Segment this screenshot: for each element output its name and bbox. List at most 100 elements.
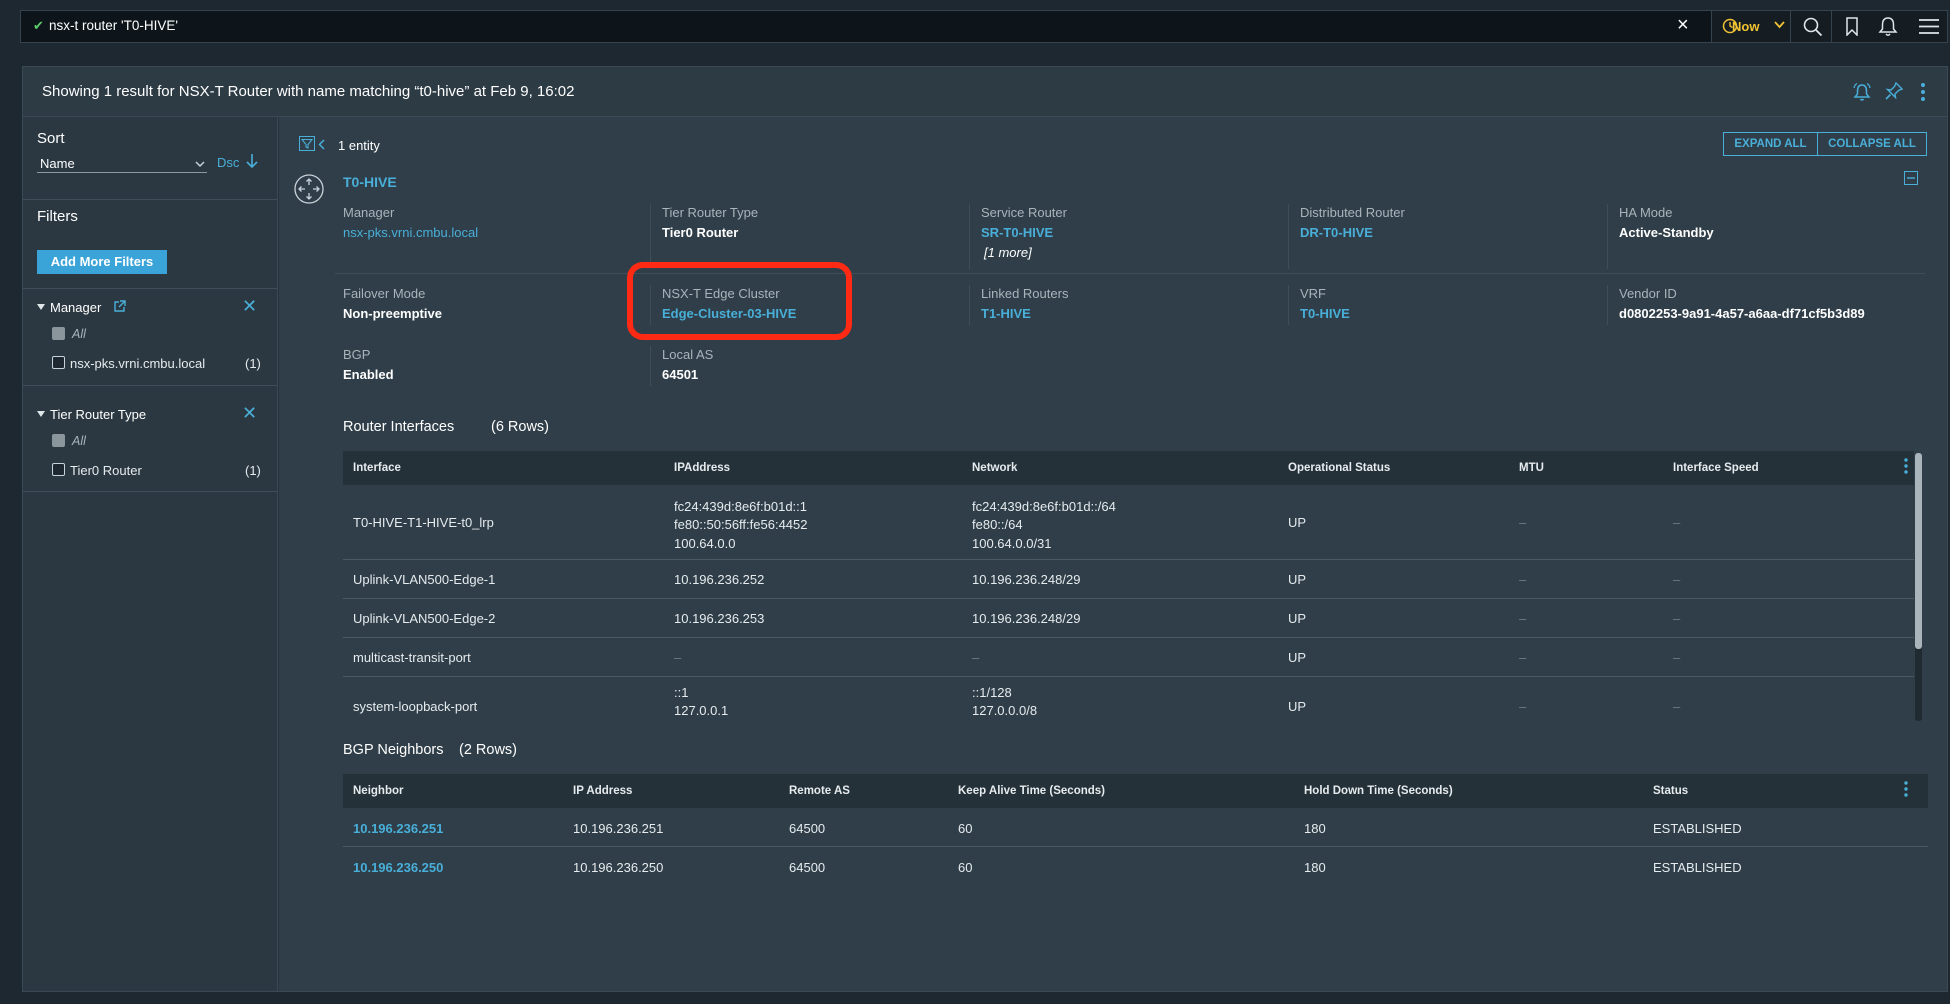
vendor-id-value: d0802253-9a91-4a57-a6aa-df71cf5b3d89 (1619, 306, 1865, 321)
cell-network: 10.196.236.248/29 (972, 572, 1081, 587)
sort-select[interactable]: Name (37, 153, 207, 173)
pin-icon[interactable] (1885, 82, 1903, 102)
column-header[interactable]: Neighbor (353, 785, 403, 797)
cell-speed: – (1673, 699, 1681, 714)
bell-icon (1878, 17, 1898, 36)
external-link-icon[interactable] (113, 300, 126, 313)
chevron-left-icon[interactable] (318, 139, 325, 150)
more-options-icon[interactable] (1920, 82, 1926, 102)
table-row[interactable]: T0-HIVE-T1-HIVE-t0_lrp fc24:439d:8e6f:b0… (343, 485, 1914, 559)
column-header[interactable]: Interface Speed (1673, 462, 1759, 474)
table-row[interactable]: 10.196.236.251 10.196.236.251 64500 60 1… (343, 808, 1928, 846)
service-router-label: Service Router (981, 205, 1067, 220)
caret-down-icon[interactable] (37, 304, 45, 311)
table-row[interactable]: system-loopback-port ::1 127.0.0.1 ::1/1… (343, 677, 1914, 747)
cell-interface: Uplink-VLAN500-Edge-1 (353, 572, 496, 587)
checkbox-all[interactable] (52, 434, 65, 447)
column-header[interactable]: Network (972, 462, 1017, 474)
distributed-router-link[interactable]: DR-T0-HIVE (1300, 225, 1373, 240)
table-row[interactable]: multicast-transit-port – – UP – – (343, 638, 1914, 676)
router-interfaces-table: T0-HIVE-T1-HIVE-t0_lrp fc24:439d:8e6f:b0… (343, 485, 1914, 747)
cell-remote-as: 64500 (789, 821, 826, 836)
manager-link[interactable]: nsx-pks.vrni.cmbu.local (343, 225, 478, 240)
vrf-link[interactable]: T0-HIVE (1300, 306, 1350, 321)
alert-bell-icon[interactable] (1852, 82, 1872, 102)
notifications-button[interactable] (1869, 11, 1907, 42)
cell-ip: 100.64.0.0 (674, 536, 736, 551)
add-more-filters-button[interactable]: Add More Filters (37, 250, 167, 274)
cell-network: fe80::/64 (972, 517, 1023, 532)
filter-all-label: All (72, 327, 86, 341)
cell-keep-alive: 60 (958, 821, 973, 836)
router-interfaces-title: Router Interfaces (343, 419, 455, 435)
expand-all-button[interactable]: EXPAND ALL (1723, 132, 1818, 156)
column-header[interactable]: MTU (1519, 462, 1544, 474)
sort-value: Name (40, 156, 75, 171)
column-header[interactable]: Status (1653, 785, 1688, 797)
table-row[interactable]: 10.196.236.250 10.196.236.250 64500 60 1… (343, 847, 1928, 885)
table-options-icon[interactable] (1903, 780, 1909, 798)
cell-status: ESTABLISHED (1653, 860, 1742, 875)
column-header[interactable]: Operational Status (1288, 462, 1390, 474)
cell-mtu: – (1519, 611, 1527, 626)
menu-icon (1919, 19, 1939, 34)
router-icon (294, 174, 324, 204)
column-header[interactable]: Interface (353, 462, 401, 474)
sort-direction-button[interactable]: Dsc (217, 155, 239, 170)
cell-mtu: – (1519, 699, 1527, 714)
column-header[interactable]: IP Address (573, 785, 632, 797)
collapse-all-button[interactable]: COLLAPSE ALL (1817, 132, 1927, 156)
column-divider (1607, 285, 1608, 325)
cell-ip: 10.196.236.250 (573, 860, 664, 875)
chevron-down-icon (195, 161, 205, 168)
neighbor-link[interactable]: 10.196.236.250 (353, 860, 443, 875)
checkbox-manager-item[interactable] (52, 356, 65, 369)
local-as-value: 64501 (662, 367, 699, 382)
divider (23, 491, 277, 492)
linked-routers-link[interactable]: T1-HIVE (981, 306, 1031, 321)
search-query-text[interactable]: nsx-t router 'T0-HIVE' (49, 18, 178, 33)
service-router-link[interactable]: SR-T0-HIVE (981, 225, 1053, 240)
filter-group-title[interactable]: Manager (50, 300, 101, 315)
cell-ip: 127.0.0.1 (674, 703, 729, 718)
neighbor-link[interactable]: 10.196.236.251 (353, 821, 443, 836)
checkbox-all[interactable] (52, 327, 65, 340)
column-header[interactable]: Remote AS (789, 785, 850, 797)
table-scrollbar[interactable] (1915, 453, 1922, 721)
cell-speed: – (1673, 611, 1681, 626)
clear-filter-icon[interactable]: ✕ (242, 296, 257, 317)
cell-ip: fe80::50:56ff:fe56:4452 (674, 517, 808, 532)
column-header[interactable]: Hold Down Time (Seconds) (1304, 785, 1453, 797)
cell-hold-down: 180 (1304, 860, 1326, 875)
table-row[interactable]: Uplink-VLAN500-Edge-2 10.196.236.253 10.… (343, 599, 1914, 637)
cell-interface: T0-HIVE-T1-HIVE-t0_lrp (353, 515, 494, 530)
column-header[interactable]: IPAddress (674, 462, 730, 474)
manager-label: Manager (343, 205, 395, 220)
checkbox-tier-item[interactable] (52, 463, 65, 476)
entity-name-link[interactable]: T0-HIVE (343, 174, 397, 190)
search-button[interactable] (1792, 11, 1830, 42)
column-header[interactable]: Keep Alive Time (Seconds) (958, 785, 1105, 797)
vrf-label: VRF (1300, 286, 1326, 301)
main-menu-button[interactable] (1909, 11, 1947, 42)
close-icon[interactable]: × (1677, 14, 1689, 37)
bookmark-button[interactable] (1831, 11, 1869, 42)
filter-group-title[interactable]: Tier Router Type (50, 407, 146, 422)
filter-icon[interactable] (299, 136, 315, 151)
filter-item-count: (1) (245, 356, 261, 371)
filter-item-count: (1) (245, 463, 261, 478)
cell-network: fc24:439d:8e6f:b01d::/64 (972, 499, 1116, 514)
bgp-value: Enabled (343, 367, 394, 382)
caret-down-icon[interactable] (37, 411, 45, 418)
collapse-entity-icon[interactable] (1904, 171, 1918, 185)
table-options-icon[interactable] (1903, 457, 1909, 475)
clear-filter-icon[interactable]: ✕ (242, 403, 257, 424)
cell-network: – (972, 650, 980, 665)
search-input[interactable]: ✔ nsx-t router 'T0-HIVE' × (21, 11, 1711, 42)
table-row[interactable]: Uplink-VLAN500-Edge-1 10.196.236.252 10.… (343, 560, 1914, 598)
service-router-more[interactable]: [1 more] (984, 245, 1032, 260)
scrollbar-thumb[interactable] (1915, 453, 1922, 649)
arrow-down-icon[interactable] (246, 153, 258, 169)
cell-ip: fc24:439d:8e6f:b01d::1 (674, 499, 808, 514)
column-divider (969, 204, 970, 269)
